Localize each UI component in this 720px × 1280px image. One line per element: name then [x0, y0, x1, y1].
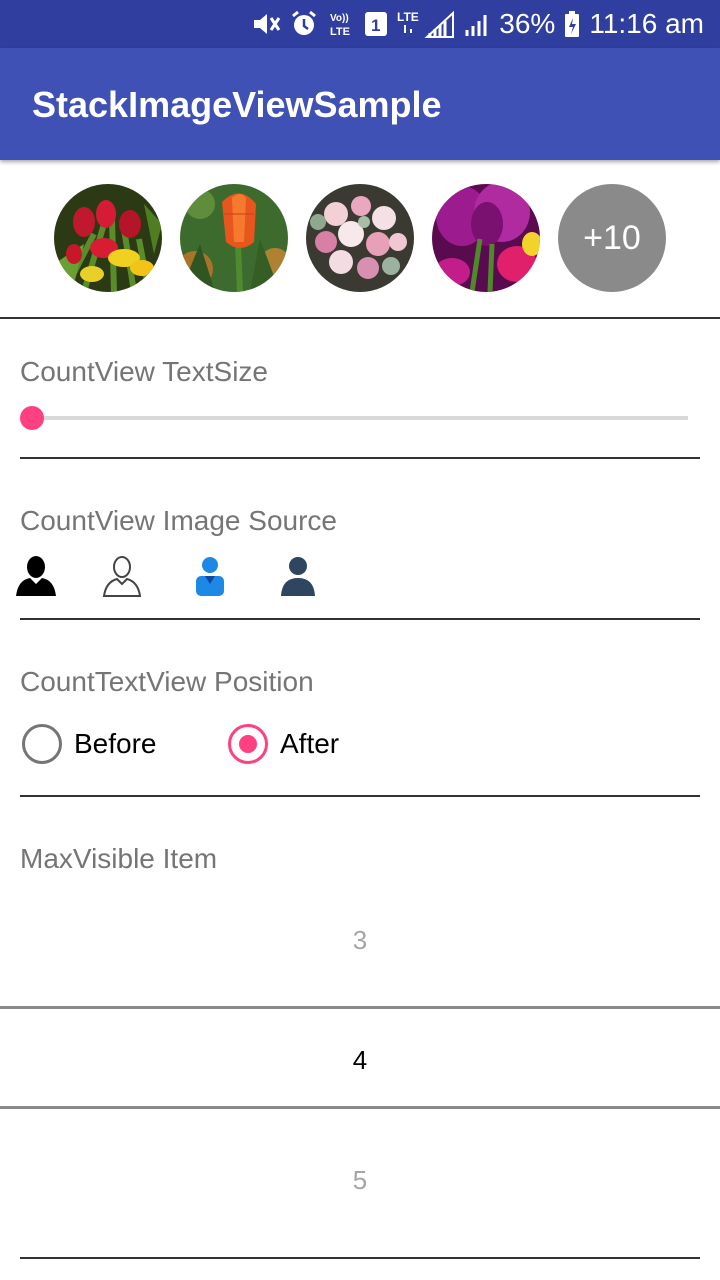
- app-title: StackImageViewSample: [32, 84, 442, 125]
- radio-selected-dot: [239, 735, 257, 753]
- text-size-title: CountView TextSize: [20, 356, 268, 387]
- tulips-red-yellow-image[interactable]: [54, 184, 162, 292]
- divider: [20, 457, 700, 459]
- svg-text:Vo)): Vo)): [330, 13, 349, 24]
- sim-1-icon: 1: [364, 11, 388, 37]
- before-radio-label[interactable]: Before: [74, 728, 157, 760]
- position-title: CountTextView Position: [20, 666, 314, 697]
- volte-icon: Vo)) LTE: [327, 10, 355, 38]
- svg-text:1: 1: [371, 16, 380, 35]
- picker-prev-value[interactable]: 3: [0, 925, 720, 956]
- image-source-title: CountView Image Source: [20, 505, 337, 536]
- divider: [20, 1257, 700, 1259]
- signal-icon: [464, 10, 490, 38]
- mute-icon: [251, 10, 281, 38]
- tulip-orange-image[interactable]: [180, 184, 288, 292]
- text-size-slider-track[interactable]: [32, 416, 688, 420]
- alarm-icon: [290, 10, 318, 38]
- count-view[interactable]: +10: [558, 184, 666, 292]
- lte-signal-icon: LTE: [397, 9, 455, 39]
- rose-bouquet-image[interactable]: [306, 184, 414, 292]
- status-bar: Vo)) LTE 1 LTE 36% 11:16 am: [0, 0, 720, 48]
- status-icons: Vo)) LTE 1 LTE 36% 11:16 am: [251, 0, 704, 48]
- person-navy-icon[interactable]: [276, 554, 320, 598]
- before-radio[interactable]: [22, 724, 62, 764]
- app-bar: StackImageViewSample: [0, 48, 720, 160]
- svg-text:LTE: LTE: [397, 10, 419, 24]
- clock: 11:16 am: [589, 8, 704, 39]
- text-size-slider-thumb[interactable]: [20, 406, 44, 430]
- person-blue-icon[interactable]: [188, 554, 232, 598]
- stack-image-view: +10: [0, 160, 720, 319]
- divider: [20, 795, 700, 797]
- max-visible-title: MaxVisible Item: [20, 843, 218, 874]
- picker-selection-line-bottom: [0, 1106, 720, 1109]
- battery-percent: 36%: [499, 8, 556, 39]
- tulip-purple-image[interactable]: [432, 184, 540, 292]
- svg-text:LTE: LTE: [330, 26, 350, 38]
- battery-icon: [564, 10, 580, 38]
- person-black-icon[interactable]: [14, 554, 58, 598]
- after-radio-label[interactable]: After: [280, 728, 339, 760]
- picker-next-value[interactable]: 5: [0, 1165, 720, 1196]
- person-outline-icon[interactable]: [100, 554, 144, 598]
- picker-current-value[interactable]: 4: [0, 1045, 720, 1076]
- after-radio[interactable]: [228, 724, 268, 764]
- divider: [20, 618, 700, 620]
- picker-selection-line-top: [0, 1006, 720, 1009]
